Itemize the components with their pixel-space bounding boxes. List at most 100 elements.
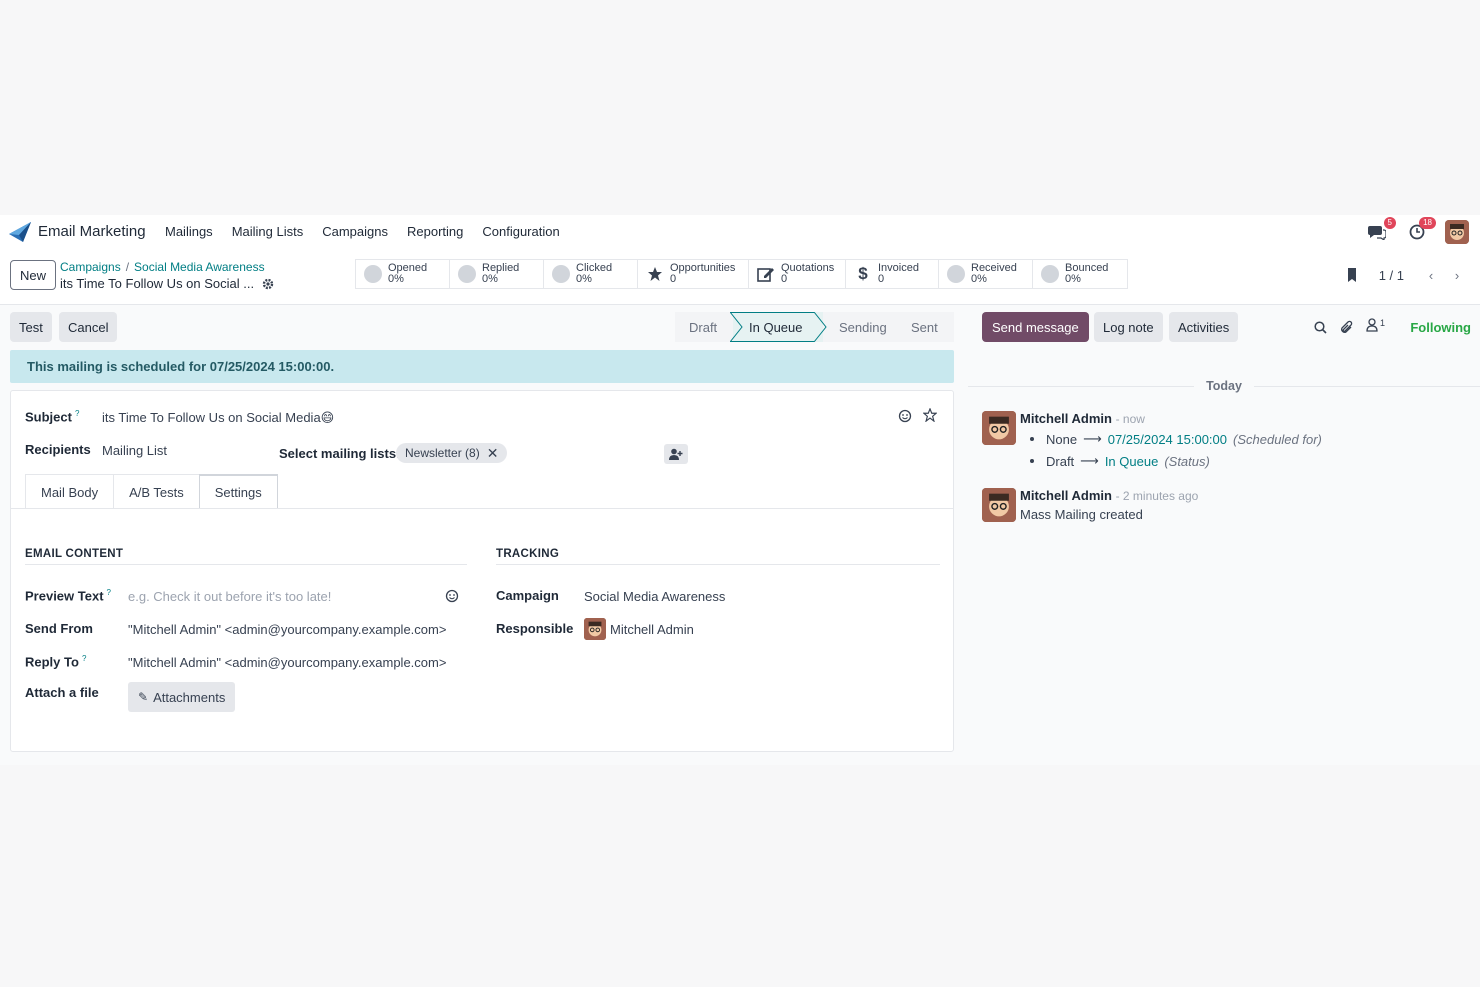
stage-arrows bbox=[730, 312, 827, 342]
responsible-avatar bbox=[584, 618, 606, 640]
reply-to-label: Reply To? bbox=[25, 654, 87, 670]
breadcrumb-campaigns[interactable]: Campaigns bbox=[60, 260, 121, 274]
pie-icon bbox=[1041, 265, 1059, 283]
recipients-label: Recipients bbox=[25, 442, 91, 457]
menu-item-reporting[interactable]: Reporting bbox=[407, 224, 463, 239]
star-icon[interactable] bbox=[923, 408, 937, 422]
search-icon[interactable] bbox=[1314, 321, 1327, 334]
responsible-label: Responsible bbox=[496, 621, 574, 636]
app-name[interactable]: Email Marketing bbox=[38, 223, 146, 240]
emoji-picker-icon[interactable] bbox=[898, 409, 912, 423]
stage-sending[interactable]: Sending bbox=[823, 312, 905, 342]
edit-icon bbox=[757, 265, 775, 283]
stage-sent[interactable]: Sent bbox=[905, 312, 954, 342]
campaign-label: Campaign bbox=[496, 588, 559, 603]
chat-icon bbox=[1368, 226, 1386, 240]
send-message-button[interactable]: Send message bbox=[982, 312, 1089, 342]
test-button[interactable]: Test bbox=[10, 312, 52, 342]
stat-bounced[interactable]: Bounced 0% bbox=[1033, 260, 1127, 288]
subject-field[interactable]: its Time To Follow Us on Social Media😄 bbox=[102, 410, 334, 426]
section-divider bbox=[496, 564, 940, 565]
menu-item-campaigns[interactable]: Campaigns bbox=[322, 224, 388, 239]
chevron-right-icon[interactable]: › bbox=[1444, 262, 1470, 288]
tracking-title: TRACKING bbox=[496, 548, 560, 560]
activities-button[interactable]: Activities bbox=[1169, 312, 1239, 342]
tab-ab-tests[interactable]: A/B Tests bbox=[113, 474, 199, 509]
add-contact-button[interactable] bbox=[664, 444, 688, 464]
followers-button[interactable]: 1 bbox=[1366, 318, 1385, 332]
followers-count: 1 bbox=[1380, 318, 1386, 328]
dollar-icon: $ bbox=[858, 264, 868, 283]
remove-tag-icon[interactable]: ✕ bbox=[487, 445, 499, 462]
attachments-button[interactable]: ✎ Attachments bbox=[128, 682, 236, 712]
top-navbar: Email Marketing Mailings Mailing Lists C… bbox=[0, 215, 1480, 249]
pie-icon bbox=[364, 265, 382, 283]
schedule-alert: This mailing is scheduled for 07/25/2024… bbox=[10, 350, 954, 383]
reply-to-field[interactable]: "Mitchell Admin" <admin@yourcompany.exam… bbox=[128, 655, 446, 670]
preview-text-input[interactable]: e.g. Check it out before it's too late! bbox=[128, 589, 331, 604]
pager: 1 / 1 ‹ › bbox=[1345, 262, 1470, 288]
preview-text-label: Preview Text? bbox=[25, 588, 111, 604]
email-marketing-logo-icon[interactable] bbox=[9, 222, 31, 242]
responsible-name: Mitchell Admin bbox=[610, 621, 694, 637]
breadcrumb-campaign[interactable]: Social Media Awareness bbox=[134, 260, 265, 274]
attach-file-label: Attach a file bbox=[25, 685, 99, 700]
message-body: Mass Mailing created bbox=[1020, 507, 1143, 522]
campaign-field[interactable]: Social Media Awareness bbox=[584, 589, 725, 604]
form-statusbar: Test Cancel Draft In Queue Sending Sent bbox=[0, 312, 960, 344]
record-title: its Time To Follow Us on Social ... bbox=[60, 276, 274, 291]
stat-clicked[interactable]: Clicked 0% bbox=[544, 260, 638, 288]
record-title-text: its Time To Follow Us on Social ... bbox=[60, 276, 255, 291]
stage-draft[interactable]: Draft bbox=[675, 312, 733, 342]
send-from-label: Send From bbox=[25, 621, 93, 636]
app-window: Email Marketing Mailings Mailing Lists C… bbox=[0, 215, 1480, 765]
following-button[interactable]: Following bbox=[1410, 320, 1471, 335]
tracking-change: Draft ⟶ In Queue (Status) bbox=[1030, 453, 1210, 469]
pie-icon bbox=[947, 265, 965, 283]
star-icon bbox=[646, 265, 664, 283]
cancel-button[interactable]: Cancel bbox=[59, 312, 118, 342]
tab-mail-body[interactable]: Mail Body bbox=[25, 474, 114, 509]
user-menu[interactable] bbox=[1444, 219, 1470, 245]
menu-item-configuration[interactable]: Configuration bbox=[482, 224, 559, 239]
gear-icon[interactable] bbox=[262, 278, 274, 290]
subject-label: Subject? bbox=[25, 409, 80, 425]
control-panel: New Campaigns / Social Media Awareness its… bbox=[0, 249, 1480, 305]
message-avatar[interactable] bbox=[982, 411, 1016, 445]
pager-count[interactable]: 1 / 1 bbox=[1379, 268, 1404, 283]
stat-invoiced[interactable]: $ Invoiced 0 bbox=[846, 260, 939, 288]
activities-badge: 18 bbox=[1419, 217, 1436, 229]
stat-quotations[interactable]: Quotations 0 bbox=[749, 260, 846, 288]
arrow-right-icon: ⟶ bbox=[1083, 431, 1102, 446]
new-button[interactable]: New bbox=[10, 260, 56, 290]
log-note-button[interactable]: Log note bbox=[1094, 312, 1163, 342]
stat-received[interactable]: Received 0% bbox=[939, 260, 1033, 288]
email-content-title: EMAIL CONTENT bbox=[25, 548, 124, 560]
messages-button[interactable]: 5 bbox=[1364, 217, 1396, 245]
emoji-picker-icon[interactable] bbox=[445, 589, 459, 603]
activities-button[interactable]: 18 bbox=[1404, 217, 1436, 245]
mailing-list-tag: Newsletter (8) ✕ bbox=[396, 443, 508, 463]
date-separator: Today bbox=[968, 378, 1480, 394]
menu-item-mailings[interactable]: Mailings bbox=[165, 224, 213, 239]
form-sheet: Subject? its Time To Follow Us on Social… bbox=[10, 390, 954, 752]
send-from-field[interactable]: "Mitchell Admin" <admin@yourcompany.exam… bbox=[128, 622, 446, 637]
user-plus-icon bbox=[669, 448, 683, 460]
menu-item-mailing-lists[interactable]: Mailing Lists bbox=[232, 224, 304, 239]
chevron-left-icon[interactable]: ‹ bbox=[1418, 262, 1444, 288]
message-avatar[interactable] bbox=[982, 488, 1016, 522]
tab-settings[interactable]: Settings bbox=[198, 474, 278, 509]
recipients-field[interactable]: Mailing List bbox=[102, 443, 167, 458]
section-divider bbox=[25, 564, 467, 565]
attachments-button-label: Attachments bbox=[153, 689, 226, 705]
stat-opportunities[interactable]: Opportunities 0 bbox=[638, 260, 749, 288]
stat-opened[interactable]: Opened 0% bbox=[356, 260, 450, 288]
main-menu: Mailings Mailing Lists Campaigns Reporti… bbox=[165, 224, 579, 239]
message-author: Mitchell Admin - 2 minutes ago bbox=[1020, 488, 1199, 503]
tracking-change: None ⟶ 07/25/2024 15:00:00 (Scheduled fo… bbox=[1030, 431, 1322, 447]
responsible-field[interactable]: Mitchell Admin bbox=[584, 618, 694, 640]
paperclip-icon[interactable] bbox=[1340, 320, 1354, 335]
pie-icon bbox=[458, 265, 476, 283]
bookmark-icon[interactable] bbox=[1345, 267, 1359, 283]
stat-replied[interactable]: Replied 0% bbox=[450, 260, 544, 288]
